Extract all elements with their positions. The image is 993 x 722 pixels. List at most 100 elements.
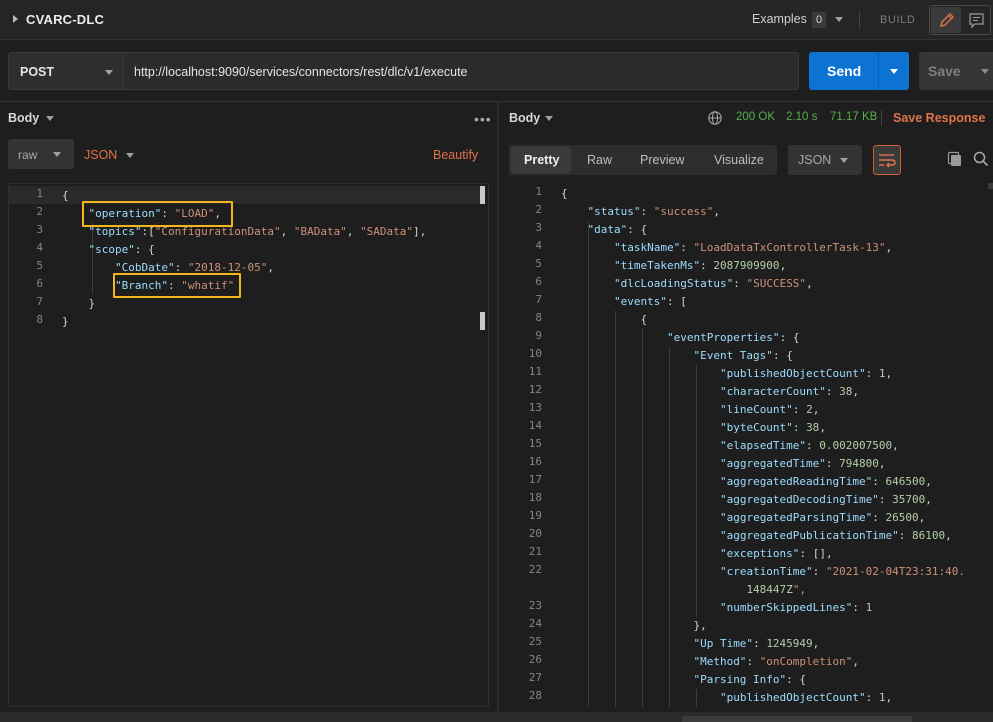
code-line[interactable]: "aggregatedPublicationTime": 86100,: [561, 527, 952, 545]
code-line[interactable]: "publishedObjectCount": 1,: [561, 689, 892, 707]
code-line[interactable]: "scope": {: [62, 241, 155, 259]
horizontal-scrollbar[interactable]: [0, 712, 497, 722]
pane-splitter[interactable]: [497, 101, 499, 722]
code-line[interactable]: "status": "success",: [561, 203, 720, 221]
edit-mode-button[interactable]: [931, 7, 961, 33]
code-line[interactable]: "Method": "onCompletion",: [561, 653, 859, 671]
tab-visualize[interactable]: Visualize: [714, 153, 764, 167]
more-options-icon[interactable]: •••: [474, 112, 492, 126]
line-number: 24: [528, 617, 542, 630]
code-line[interactable]: "aggregatedTime": 794800,: [561, 455, 886, 473]
scrollbar-track[interactable]: [988, 183, 993, 189]
line-number: 16: [528, 455, 542, 468]
code-line[interactable]: "byteCount": 38,: [561, 419, 826, 437]
code-line[interactable]: },: [561, 617, 706, 635]
tab-pretty[interactable]: Pretty: [524, 153, 559, 167]
line-number: 21: [528, 545, 542, 558]
tab-raw[interactable]: Raw: [587, 153, 612, 167]
response-size[interactable]: 71.17 KB: [830, 111, 877, 123]
line-number: 23: [528, 599, 542, 612]
wrap-lines-button[interactable]: [873, 145, 901, 175]
pencil-icon: [940, 13, 954, 27]
line-number: 13: [528, 401, 542, 414]
code-line[interactable]: "timeTakenMs": 2087909900,: [561, 257, 786, 275]
code-line[interactable]: 148447Z",: [561, 581, 806, 599]
chevron-down-icon[interactable]: [981, 69, 989, 74]
line-number: 20: [528, 527, 542, 540]
code-line[interactable]: "lineCount": 2,: [561, 401, 819, 419]
body-mode-select[interactable]: raw: [8, 139, 74, 169]
line-number: 19: [528, 509, 542, 522]
code-line[interactable]: }: [62, 295, 96, 313]
scrollbar-thumb[interactable]: [480, 312, 485, 330]
collapse-arrow-icon[interactable]: [13, 15, 18, 23]
code-line[interactable]: "creationTime": "2021-02-04T23:31:40.: [561, 563, 965, 581]
response-body-viewer[interactable]: 1 {2 "status": "success", 3 "data": {4 "ta…: [509, 183, 993, 707]
divider: [878, 52, 879, 90]
code-line[interactable]: {: [561, 311, 647, 329]
line-number: 3: [535, 221, 542, 234]
copy-icon[interactable]: [946, 150, 964, 168]
code-line[interactable]: "numberSkippedLines": 1: [561, 599, 872, 617]
scrollbar-thumb[interactable]: [480, 186, 485, 204]
request-body-title[interactable]: Body: [8, 111, 39, 125]
line-number: 1: [535, 185, 542, 198]
line-number: 25: [528, 635, 542, 648]
code-line[interactable]: "characterCount": 38,: [561, 383, 859, 401]
code-line[interactable]: "Parsing Info": {: [561, 671, 806, 689]
code-line[interactable]: "aggregatedDecodingTime": 35700,: [561, 491, 932, 509]
tab-preview[interactable]: Preview: [640, 153, 684, 167]
response-body-title[interactable]: Body: [509, 111, 540, 125]
code-line[interactable]: "eventProperties": {: [561, 329, 799, 347]
globe-icon[interactable]: [707, 110, 723, 126]
documentation-mode-button[interactable]: [962, 7, 990, 33]
chevron-down-icon: [105, 70, 113, 75]
code-line[interactable]: "aggregatedReadingTime": 646500,: [561, 473, 932, 491]
code-line[interactable]: "dlcLoadingStatus": "SUCCESS",: [561, 275, 813, 293]
body-format-select[interactable]: JSON: [84, 148, 117, 162]
chevron-down-icon[interactable]: [890, 69, 898, 74]
line-number: 6: [36, 277, 43, 290]
save-button[interactable]: Save: [919, 52, 993, 90]
chevron-down-icon[interactable]: [126, 153, 134, 158]
code-line[interactable]: "Up Time": 1245949,: [561, 635, 819, 653]
horizontal-scrollbar-thumb[interactable]: [682, 716, 912, 722]
code-line[interactable]: }: [62, 313, 69, 331]
line-number: 9: [535, 329, 542, 342]
chevron-down-icon[interactable]: [46, 116, 54, 121]
code-line[interactable]: "data": {: [561, 221, 648, 239]
request-header-bar: CVARC-DLC Examples 0 BUILD: [0, 0, 993, 40]
code-line[interactable]: {: [62, 187, 69, 205]
highlight-box-branch: [113, 273, 241, 298]
url-input[interactable]: http://localhost:9090/services/connector…: [124, 52, 799, 90]
code-line[interactable]: "events": [: [561, 293, 687, 311]
chevron-down-icon: [840, 158, 848, 163]
code-line[interactable]: "Event Tags": {: [561, 347, 792, 365]
method-select[interactable]: POST: [8, 52, 124, 90]
examples-dropdown-label[interactable]: Examples: [752, 12, 807, 26]
code-line[interactable]: "taskName": "LoadDataTxControllerTask-13…: [561, 239, 892, 257]
send-button[interactable]: Send: [809, 52, 909, 90]
response-time[interactable]: 2.10 s: [786, 111, 817, 123]
response-format-select[interactable]: JSON: [788, 145, 862, 175]
code-line[interactable]: "elapsedTime": 0.002007500,: [561, 437, 899, 455]
line-number: 8: [36, 313, 43, 326]
beautify-button[interactable]: Beautify: [433, 148, 478, 162]
chevron-down-icon[interactable]: [545, 116, 553, 121]
build-mode-label[interactable]: BUILD: [880, 14, 915, 26]
line-number: 17: [528, 473, 542, 486]
line-number: 3: [36, 223, 43, 236]
line-number: 12: [528, 383, 542, 396]
code-line[interactable]: {: [561, 185, 568, 203]
line-number: 4: [535, 239, 542, 252]
status-code[interactable]: 200 OK: [736, 111, 775, 123]
code-line[interactable]: "publishedObjectCount": 1,: [561, 365, 892, 383]
code-line[interactable]: "aggregatedParsingTime": 26500,: [561, 509, 925, 527]
request-name[interactable]: CVARC-DLC: [26, 12, 104, 27]
line-number: 4: [36, 241, 43, 254]
search-icon[interactable]: [972, 150, 990, 168]
request-body-editor[interactable]: 1{2 "operation": "LOAD", 3 "topics":["Con…: [8, 183, 489, 707]
code-line[interactable]: "exceptions": [],: [561, 545, 833, 563]
chevron-down-icon[interactable]: [835, 17, 843, 22]
save-response-button[interactable]: Save Response: [893, 111, 985, 125]
